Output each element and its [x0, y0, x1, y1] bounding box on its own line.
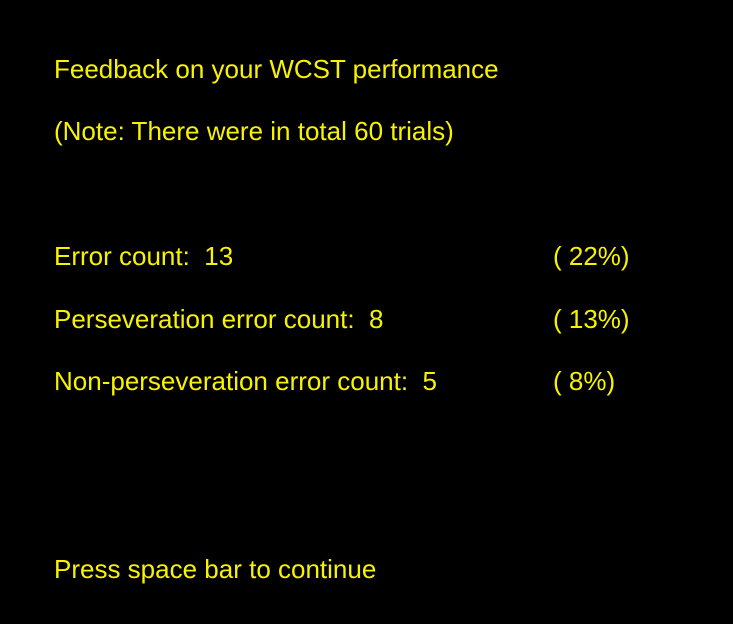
- feedback-title: Feedback on your WCST performance: [54, 54, 499, 84]
- total-trials-note: (Note: There were in total 60 trials): [54, 116, 454, 146]
- perseveration-error-count-label: Perseveration error count: 8: [54, 304, 384, 334]
- non-perseveration-error-count-label: Non-perseveration error count: 5: [54, 366, 437, 396]
- perseveration-error-count-percent: ( 13%): [553, 304, 630, 334]
- non-perseveration-error-count-percent: ( 8%): [553, 366, 616, 396]
- wcst-feedback-screen: { "feedback": { "title": "Feedback on yo…: [0, 0, 733, 624]
- error-count-label: Error count: 13: [54, 241, 234, 271]
- continue-prompt: Press space bar to continue: [54, 554, 377, 584]
- error-count-percent: ( 22%): [553, 241, 630, 271]
